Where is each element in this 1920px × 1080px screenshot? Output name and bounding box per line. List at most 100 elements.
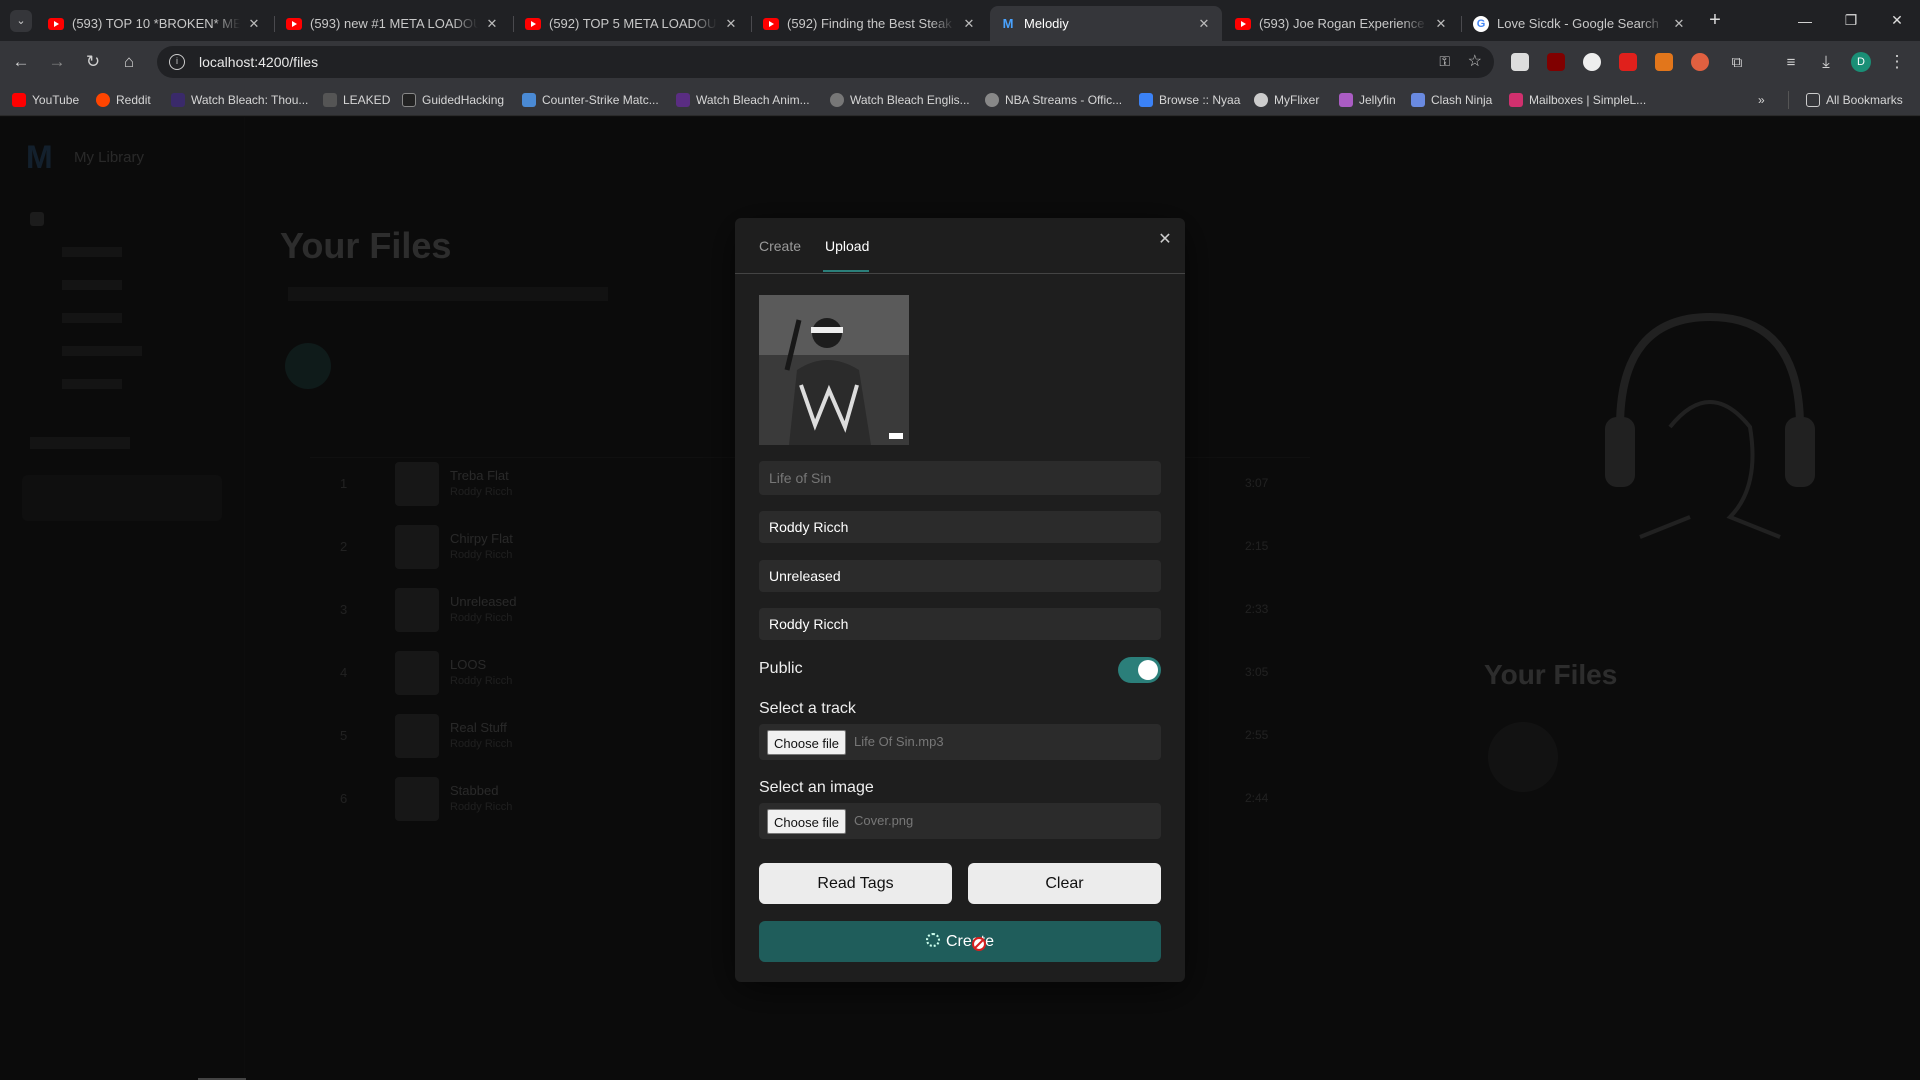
create-button[interactable]: Create — [759, 921, 1161, 962]
hltv-icon — [522, 93, 536, 107]
tab-close-icon[interactable]: ✕ — [723, 16, 739, 32]
tab-title: (593) TOP 10 *BROKEN* META L — [72, 16, 240, 31]
address-bar[interactable]: i localhost:4200/files ⚿ ☆ — [157, 46, 1494, 78]
all-bookmarks[interactable]: All Bookmarks — [1806, 91, 1903, 109]
nyaa-icon — [1139, 93, 1153, 107]
select-track-label: Select a track — [759, 700, 856, 717]
tab-close-icon[interactable]: ✕ — [484, 16, 500, 32]
bookmark-bleach-thou[interactable]: Watch Bleach: Thou... — [171, 91, 308, 109]
tab-title: Melodiy — [1024, 16, 1069, 31]
artist-input[interactable]: Roddy Ricch — [759, 511, 1161, 543]
ublock-extension-icon[interactable] — [1547, 53, 1565, 71]
tab-title: (593) Joe Rogan Experience #2 — [1259, 16, 1427, 31]
bookmark-nba-streams[interactable]: NBA Streams - Offic... — [985, 91, 1122, 109]
choose-track-file-button[interactable]: Choose file — [767, 730, 847, 755]
bookmark-youtube[interactable]: YouTube — [12, 91, 79, 109]
hianime-icon — [171, 93, 185, 107]
bookmark-leaked[interactable]: LEAKED — [323, 91, 390, 109]
tab-close-icon[interactable]: ✕ — [961, 16, 977, 32]
restore-icon[interactable]: ❐ — [1828, 0, 1874, 41]
w-extension-icon[interactable] — [1583, 53, 1601, 71]
public-toggle[interactable] — [1118, 657, 1161, 683]
title-input[interactable]: Life of Sin — [759, 461, 1161, 495]
bookmark-myflixer[interactable]: MyFlixer — [1254, 91, 1319, 109]
metamask-extension-icon[interactable] — [1655, 53, 1673, 71]
clear-button[interactable]: Clear — [968, 863, 1161, 904]
bookmarks-overflow-icon[interactable]: » — [1758, 91, 1765, 109]
tab-close-icon[interactable]: ✕ — [1196, 16, 1212, 32]
reload-icon[interactable]: ↻ — [80, 49, 106, 75]
tab-title: (593) new #1 META LOADOUT i — [310, 16, 478, 31]
new-tab-icon[interactable]: + — [1692, 0, 1738, 41]
gh-icon — [402, 93, 416, 107]
back-icon[interactable]: ← — [8, 49, 34, 75]
tab-search-icon[interactable]: ⌄ — [10, 10, 32, 32]
track-file-input[interactable]: Choose file Life Of Sin.mp3 — [759, 724, 1161, 760]
read-tags-button[interactable]: Read Tags — [759, 863, 952, 904]
bookmark-jellyfin[interactable]: Jellyfin — [1339, 91, 1396, 109]
choose-image-file-button[interactable]: Choose file — [767, 809, 847, 834]
browser-tab[interactable]: G Love Sicdk - Google Search ✕ — [1463, 6, 1697, 41]
shield-extension-icon[interactable] — [1511, 53, 1529, 71]
bookmark-bleach-english[interactable]: Watch Bleach Englis... — [830, 91, 970, 109]
browser-tab[interactable]: (592) TOP 5 META LOADOUTS i ✕ — [515, 6, 749, 41]
upload-modal: Create Upload ✕ Life of Sin Roddy Ricch … — [735, 218, 1185, 982]
bookmark-label: Browse :: Nyaa — [1159, 93, 1241, 107]
bookmark-bleach-anim[interactable]: Watch Bleach Anim... — [676, 91, 810, 109]
downloads-icon[interactable]: ⤓ — [1813, 49, 1839, 75]
forward-icon[interactable]: → — [44, 49, 70, 75]
browser-tab[interactable]: (592) Finding the Best Steak in I ✕ — [753, 6, 987, 41]
create-button-label: Create — [945, 933, 995, 950]
image-file-input[interactable]: Choose file Cover.png — [759, 803, 1161, 839]
media-controls-icon[interactable]: ≡ — [1778, 49, 1804, 75]
youtube-icon — [525, 16, 541, 32]
tab-create[interactable]: Create — [759, 238, 801, 254]
menu-dots-icon[interactable]: ⋮ — [1884, 49, 1910, 75]
bookmark-label: MyFlixer — [1274, 93, 1320, 107]
myflixer-icon — [1254, 93, 1268, 107]
not-allowed-cursor-icon — [972, 937, 986, 951]
url-text[interactable]: localhost:4200/files — [199, 54, 318, 70]
image-file-name: Cover.png — [854, 813, 914, 828]
select-image-label: Select an image — [759, 779, 874, 796]
minimize-icon[interactable]: — — [1782, 0, 1828, 41]
active-tab-indicator — [823, 270, 869, 272]
bookmark-star-icon[interactable]: ☆ — [1468, 51, 1482, 71]
bookmark-guidedhacking[interactable]: GuidedHacking — [402, 91, 504, 109]
clash-ninja-icon — [1411, 93, 1425, 107]
tab-close-icon[interactable]: ✕ — [1671, 16, 1687, 32]
orange-extension-icon[interactable] — [1691, 53, 1709, 71]
bookmark-simplelogin[interactable]: Mailboxes | SimpleL... — [1509, 91, 1646, 109]
bookmark-counter-strike[interactable]: Counter-Strike Matc... — [522, 91, 659, 109]
bookmark-label: Clash Ninja — [1431, 93, 1493, 107]
home-icon[interactable]: ⌂ — [116, 49, 142, 75]
browser-tab[interactable]: (593) new #1 META LOADOUT i ✕ — [276, 6, 510, 41]
toggle-knob — [1138, 660, 1158, 680]
bookmark-clash-ninja[interactable]: Clash Ninja — [1411, 91, 1492, 109]
bookmark-nyaa[interactable]: Browse :: Nyaa — [1139, 91, 1240, 109]
browser-toolbar: ← → ↻ ⌂ i localhost:4200/files ⚿ ☆ ⧉ ≡ ⤓… — [0, 41, 1920, 83]
extensions-puzzle-icon[interactable]: ⧉ — [1724, 49, 1750, 75]
browser-tab-active[interactable]: M Melodiy ✕ — [990, 6, 1222, 41]
album-input[interactable]: Unreleased — [759, 560, 1161, 592]
bookmark-reddit[interactable]: Reddit — [96, 91, 151, 109]
cover-image-preview — [759, 295, 909, 445]
profile-avatar[interactable]: D — [1848, 49, 1874, 75]
bookmark-label: Jellyfin — [1359, 93, 1396, 107]
window-close-icon[interactable]: ✕ — [1874, 0, 1920, 41]
close-icon[interactable]: ✕ — [1155, 230, 1175, 250]
tab-close-icon[interactable]: ✕ — [1433, 16, 1449, 32]
reddit-icon — [96, 93, 110, 107]
site-info-icon[interactable]: i — [169, 54, 185, 70]
browser-tab[interactable]: (593) Joe Rogan Experience #2 ✕ — [1225, 6, 1459, 41]
red-extension-icon[interactable] — [1619, 53, 1637, 71]
youtube-icon — [48, 16, 64, 32]
password-key-icon[interactable]: ⚿ — [1439, 53, 1450, 70]
tab-upload[interactable]: Upload — [825, 238, 869, 254]
leaked-icon — [323, 93, 337, 107]
bookmark-label: Watch Bleach: Thou... — [191, 93, 309, 107]
tab-close-icon[interactable]: ✕ — [246, 16, 262, 32]
browser-tab[interactable]: (593) TOP 10 *BROKEN* META L ✕ — [38, 6, 272, 41]
album-artist-input[interactable]: Roddy Ricch — [759, 608, 1161, 640]
bookmark-label: NBA Streams - Offic... — [1005, 93, 1123, 107]
